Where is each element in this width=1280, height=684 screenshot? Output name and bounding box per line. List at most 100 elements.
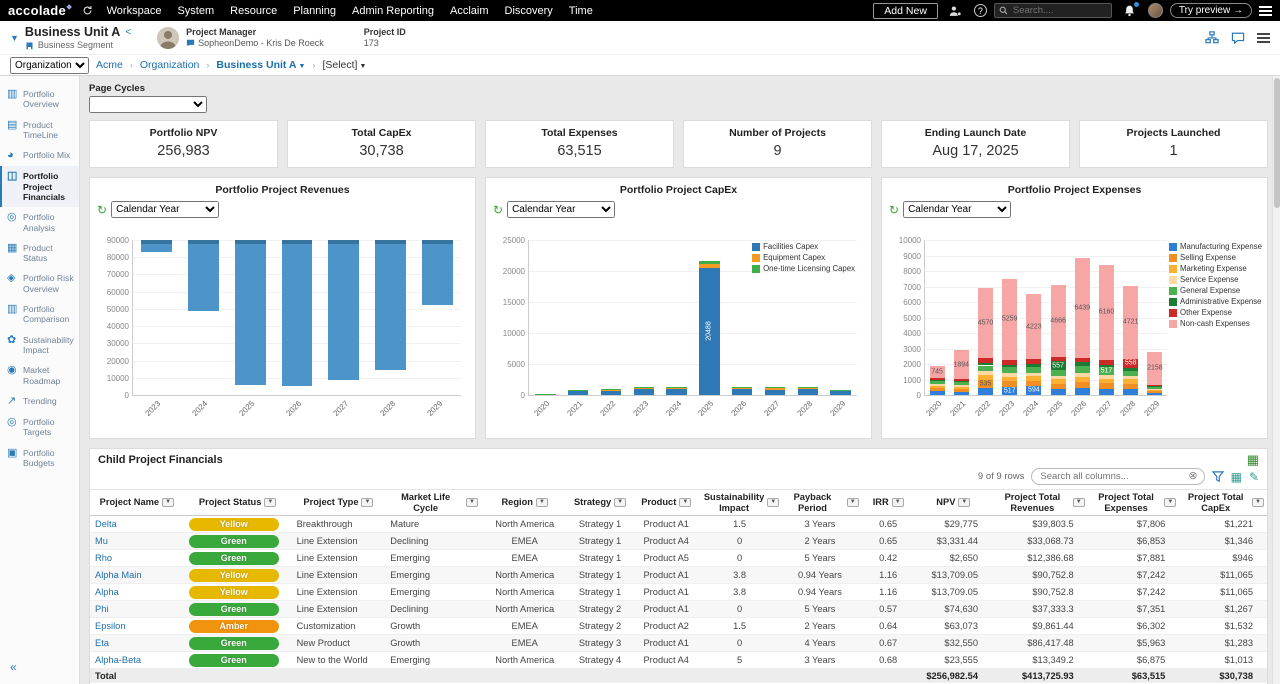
cell-project-total-revenues: $9,861.44 (992, 617, 1088, 636)
chevron-down-icon: ▼ (359, 63, 367, 70)
column-filter-icon[interactable]: ▼ (846, 498, 859, 508)
refresh-icon[interactable]: ↻ (493, 204, 503, 216)
refresh-icon[interactable]: ↻ (97, 204, 107, 216)
scrollbar-thumb[interactable] (1274, 78, 1280, 208)
nav-item-planning[interactable]: Planning (285, 5, 344, 17)
column-header-project-name: Project Name ▼ (90, 488, 184, 517)
filter-funnel-icon[interactable] (1211, 471, 1224, 482)
y-axis-label: 1000 (903, 375, 921, 385)
column-filter-icon[interactable]: ▼ (614, 498, 627, 508)
cell-region: North America (480, 583, 569, 602)
segment-marketing-expense (977, 375, 993, 380)
nav-item-workspace[interactable]: Workspace (99, 5, 170, 17)
project-link[interactable]: Epsilon (95, 621, 126, 631)
column-chooser-icon[interactable]: ▦ (1231, 471, 1242, 483)
nav-item-discovery[interactable]: Discovery (497, 5, 561, 17)
project-link[interactable]: Rho (95, 553, 112, 563)
page-cycles-select[interactable] (89, 96, 207, 113)
nav-item-system[interactable]: System (169, 5, 222, 17)
column-filter-icon[interactable]: ▼ (958, 498, 971, 508)
total-cell-project-type (291, 668, 386, 684)
y-axis-label: 20000 (502, 267, 525, 276)
cell-product: Product A1 (631, 634, 701, 653)
user-avatar[interactable] (1147, 3, 1163, 18)
share-icon[interactable]: < (125, 27, 131, 38)
sidebar-item-portfolio-budgets[interactable]: ▣ Portfolio Budgets (0, 443, 79, 474)
column-filter-icon[interactable]: ▼ (465, 498, 478, 508)
column-filter-icon[interactable]: ▼ (1072, 498, 1085, 508)
nav-item-resource[interactable]: Resource (222, 5, 285, 17)
scope-select[interactable]: Organization (10, 56, 89, 74)
sidebar-item-portfolio-overview[interactable]: ▥ Portfolio Overview (0, 84, 79, 115)
breadcrumb-item-organization[interactable]: Organization (140, 59, 200, 71)
edit-icon[interactable]: ✎ (1249, 471, 1259, 483)
sidebar-item-portfolio-mix[interactable]: ◕ Portfolio Mix (0, 145, 79, 166)
sidebar-item-product-timeline[interactable]: ▤ Product TimeLine (0, 115, 79, 146)
segment-facilities-capex (568, 391, 589, 395)
legend-item-general-expense: General Expense (1169, 286, 1263, 295)
clear-search-icon[interactable]: ⊗ (1188, 471, 1197, 482)
hierarchy-icon[interactable] (1205, 31, 1219, 44)
column-filter-icon[interactable]: ▼ (1164, 498, 1177, 508)
refresh-icon[interactable]: ↻ (889, 204, 899, 216)
excel-export-icon[interactable]: ▦ (1247, 453, 1259, 466)
cell-sustainability-impact: 0 (700, 532, 779, 551)
project-link[interactable]: Alpha-Beta (95, 655, 141, 665)
project-link[interactable]: Mu (95, 536, 108, 546)
column-filter-icon[interactable]: ▼ (535, 498, 548, 508)
project-link[interactable]: Alpha (95, 587, 119, 597)
chat-bubble-icon[interactable] (186, 39, 195, 47)
cell-project-status: Green (183, 634, 292, 653)
legend-swatch (1169, 297, 1177, 306)
context-expand-caret-icon[interactable]: ▼ (10, 33, 19, 43)
segment-selling-expense (929, 388, 945, 392)
table-search-input[interactable] (1038, 470, 1189, 483)
nav-item-time[interactable]: Time (561, 5, 601, 17)
column-filter-icon[interactable]: ▼ (361, 498, 374, 508)
sidebar-item-trending[interactable]: ↗ Trending (0, 391, 79, 412)
period-select[interactable]: Calendar Year (903, 201, 1012, 218)
sidebar-item-portfolio-project-financials[interactable]: ◫ Portfolio Project Financials (0, 166, 79, 208)
period-select[interactable]: Calendar Year (507, 201, 616, 218)
project-link[interactable]: Eta (95, 638, 109, 648)
notifications-bell-icon[interactable] (1123, 1, 1139, 18)
table-row: Alpha-Beta Green New to the World Emerging N… (90, 651, 1267, 670)
try-preview-button[interactable]: Try preview → (1169, 3, 1252, 18)
sidebar-item-portfolio-comparison[interactable]: ▥ Portfolio Comparison (0, 299, 79, 330)
cell-sustainability-impact: 0 (700, 549, 779, 568)
sidebar-item-label: Market Roadmap (23, 365, 61, 386)
cell-project-total-revenues: $90,752.8 (992, 583, 1088, 602)
column-filter-icon[interactable]: ▼ (679, 498, 692, 508)
sidebar-item-product-status[interactable]: ▦ Product Status (0, 238, 79, 269)
nav-item-acclaim[interactable]: Acclaim (442, 5, 497, 17)
column-filter-icon[interactable]: ▼ (767, 498, 780, 508)
breadcrumb-item-select[interactable]: [Select] ▼ (322, 59, 366, 71)
sidebar-collapse-icon[interactable]: « (10, 660, 17, 674)
header-menu-icon[interactable] (1257, 31, 1270, 45)
breadcrumb-item-business-unit-a[interactable]: Business Unit A ▼ (216, 59, 305, 71)
nav-item-admin-reporting[interactable]: Admin Reporting (344, 5, 442, 17)
sidebar-item-portfolio-targets[interactable]: ◎ Portfolio Targets (0, 412, 79, 443)
menu-hamburger-icon[interactable] (1259, 4, 1272, 18)
column-filter-icon[interactable]: ▼ (264, 498, 277, 508)
project-link[interactable]: Alpha Main (95, 570, 142, 580)
user-settings-icon[interactable] (949, 4, 963, 18)
column-filter-icon[interactable]: ▼ (1252, 498, 1264, 508)
segment-service-expense (1050, 375, 1066, 380)
project-link[interactable]: Phi (95, 604, 108, 614)
sidebar-item-sustainability-impact[interactable]: ✿ Sustainability Impact (0, 330, 79, 361)
comments-icon[interactable] (1231, 32, 1245, 44)
sidebar-item-market-roadmap[interactable]: ◉ Market Roadmap (0, 360, 79, 391)
sidebar-item-portfolio-risk-overview[interactable]: ◈ Portfolio Risk Overview (0, 268, 79, 299)
sidebar-item-portfolio-analysis[interactable]: ◎ Portfolio Analysis (0, 207, 79, 238)
column-filter-icon[interactable]: ▼ (162, 498, 175, 508)
column-filter-icon[interactable]: ▼ (891, 498, 904, 508)
help-icon[interactable]: ? (973, 4, 987, 17)
sync-icon[interactable] (81, 4, 95, 18)
project-link[interactable]: Delta (95, 519, 117, 529)
period-select[interactable]: Calendar Year (111, 201, 220, 218)
navbar-search-input[interactable] (1010, 4, 1107, 17)
breadcrumb-item-acme[interactable]: Acme (96, 59, 123, 71)
add-new-button[interactable]: Add New (873, 2, 938, 19)
segment-non-cash-expenses: 5259 (1002, 278, 1017, 361)
